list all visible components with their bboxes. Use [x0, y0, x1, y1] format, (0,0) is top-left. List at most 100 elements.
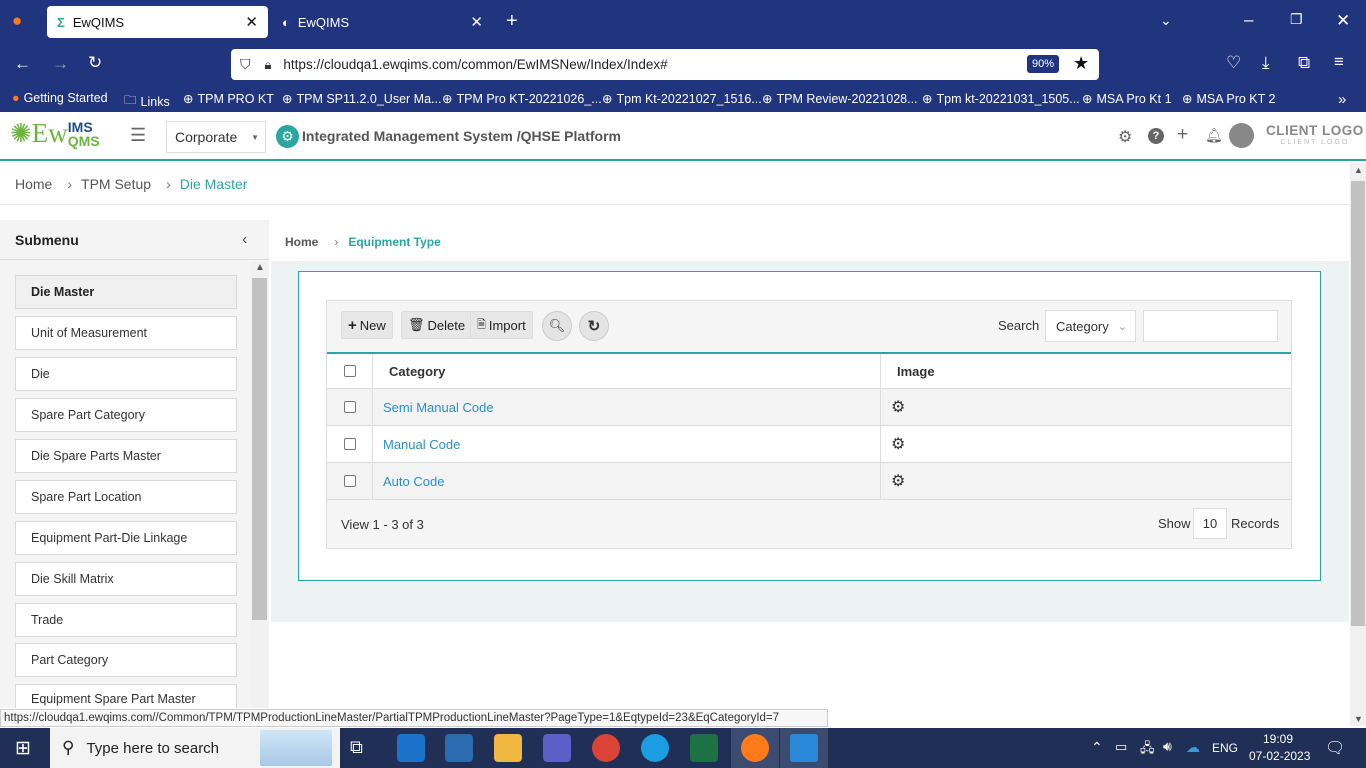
- sidebar-item-die[interactable]: Die: [15, 357, 237, 391]
- bell-icon[interactable]: 🔔︎: [1205, 127, 1223, 144]
- sidebar-item-equipment-part-die-linkage[interactable]: Equipment Part-Die Linkage: [15, 521, 237, 555]
- browser-tab-active[interactable]: Σ EwQIMS ✕: [47, 6, 268, 38]
- app-logo[interactable]: ✺ Ew IMS QMS: [10, 118, 100, 149]
- minimize-icon[interactable]: –: [1244, 10, 1253, 30]
- forward-icon[interactable]: →: [52, 54, 69, 74]
- photos-taskbar-active[interactable]: [780, 728, 828, 768]
- row-checkbox[interactable]: [343, 475, 356, 487]
- image-settings-icon[interactable]: ⚙: [891, 471, 905, 491]
- collapse-chevron-icon[interactable]: ‹: [242, 231, 247, 249]
- help-icon[interactable]: ?: [1148, 128, 1164, 144]
- table-row[interactable]: Auto Code ⚙: [327, 463, 1291, 500]
- url-bar[interactable]: ⛉ 🔒︎ https://cloudqa1.ewqims.com/common/…: [231, 49, 1099, 80]
- import-button[interactable]: 🗎 Import: [470, 311, 533, 339]
- scroll-thumb[interactable]: [252, 278, 267, 620]
- breadcrumb-tpm-setup[interactable]: TPM Setup: [81, 176, 151, 192]
- notifications-icon[interactable]: 🗨︎: [1325, 738, 1345, 758]
- pocket-icon[interactable]: ♡: [1226, 53, 1241, 73]
- scroll-up-icon[interactable]: ▲: [1354, 165, 1363, 175]
- avatar[interactable]: [1229, 123, 1254, 148]
- bookmark-item[interactable]: ⊕ TPM Review-20221028...: [762, 91, 918, 107]
- image-settings-icon[interactable]: ⚙: [891, 397, 905, 417]
- network-icon[interactable]: 🖧︎: [1140, 739, 1155, 761]
- add-icon[interactable]: +: [1177, 124, 1188, 146]
- sidebar-item-trade[interactable]: Trade: [15, 603, 237, 637]
- bookmark-item[interactable]: ⊕ Tpm Kt-20221027_1516...: [602, 91, 762, 107]
- meet-icon[interactable]: ▭: [1115, 739, 1127, 755]
- refresh-button[interactable]: ↻: [579, 311, 609, 341]
- table-row[interactable]: Semi Manual Code ⚙: [327, 389, 1291, 426]
- scroll-up-icon[interactable]: ▲: [255, 262, 265, 273]
- search-button[interactable]: 🔍︎: [542, 311, 572, 341]
- column-header-category[interactable]: Category: [373, 354, 881, 388]
- new-button[interactable]: + New: [341, 311, 393, 339]
- zoom-badge[interactable]: 90%: [1027, 55, 1060, 73]
- sidebar-item-die-skill-matrix[interactable]: Die Skill Matrix: [15, 562, 237, 596]
- onedrive-icon[interactable]: ☁: [1186, 739, 1200, 756]
- task-view-icon[interactable]: ⧉: [350, 737, 363, 758]
- sidebar-item-unit-of-measurement[interactable]: Unit of Measurement: [15, 316, 237, 350]
- new-tab-icon[interactable]: +: [506, 10, 518, 33]
- table-row[interactable]: Manual Code ⚙: [327, 426, 1291, 463]
- back-icon[interactable]: ←: [14, 54, 31, 74]
- inner-breadcrumb-home[interactable]: Home: [285, 235, 318, 249]
- volume-icon[interactable]: 🔊︎: [1163, 738, 1172, 755]
- org-select[interactable]: Corporate ▼: [166, 121, 266, 153]
- bookmark-item[interactable]: ● Getting Started: [12, 91, 108, 105]
- download-icon[interactable]: ⤓: [1262, 53, 1270, 73]
- bookmark-item[interactable]: ⊕ MSA Pro Kt 1: [1082, 91, 1172, 107]
- language-indicator[interactable]: ENG: [1212, 741, 1238, 755]
- firefox-taskbar-active[interactable]: [731, 728, 779, 768]
- breadcrumb-home[interactable]: Home: [15, 176, 52, 192]
- delete-button[interactable]: 🗑︎ Delete: [401, 311, 473, 339]
- scroll-thumb[interactable]: [1351, 181, 1365, 626]
- sidebar-item-part-category[interactable]: Part Category: [15, 643, 237, 677]
- row-checkbox[interactable]: [343, 401, 356, 413]
- clock-date[interactable]: 07-02-2023: [1249, 749, 1310, 763]
- browser-tab[interactable]: ◐ EwQIMS ✕: [272, 6, 493, 38]
- close-tab-icon[interactable]: ✕: [245, 13, 258, 31]
- sidebar-scrollbar[interactable]: ▲: [251, 262, 268, 708]
- more-bookmarks-icon[interactable]: »: [1338, 91, 1346, 108]
- bookmark-item[interactable]: 🗀︎ Links: [124, 91, 170, 112]
- scroll-down-icon[interactable]: ▼: [1354, 714, 1363, 724]
- chrome-icon[interactable]: [592, 734, 620, 762]
- bookmark-item[interactable]: ⊕ TPM PRO KT: [183, 91, 274, 107]
- search-field-select[interactable]: Category ⌄: [1045, 310, 1136, 342]
- mail-icon[interactable]: [397, 734, 425, 762]
- close-tab-icon[interactable]: ✕: [470, 13, 483, 31]
- edge-icon[interactable]: [641, 734, 669, 762]
- sidebar-item-die-spare-parts-master[interactable]: Die Spare Parts Master: [15, 439, 237, 473]
- select-all-checkbox[interactable]: [343, 365, 356, 377]
- bookmark-star-icon[interactable]: ★: [1073, 53, 1089, 74]
- image-settings-icon[interactable]: ⚙: [891, 434, 905, 454]
- shield-icon[interactable]: ⛉: [240, 56, 251, 73]
- windows-start-icon[interactable]: ⊞: [15, 737, 31, 760]
- lock-icon[interactable]: 🔒︎: [265, 57, 272, 73]
- taskbar-search[interactable]: ⚲ Type here to search: [50, 728, 340, 768]
- bookmark-item[interactable]: ⊕ TPM SP11.2.0_User Ma...: [282, 91, 441, 107]
- tab-list-icon[interactable]: ⌄: [1160, 12, 1172, 29]
- settings-icon[interactable]: ⚙: [1118, 127, 1132, 147]
- bookmark-item[interactable]: ⊕ Tpm kt-20221031_1505...: [922, 91, 1080, 107]
- firefox-menu-icon[interactable]: ●: [12, 11, 22, 31]
- bookmark-item[interactable]: ⊕ MSA Pro KT 2: [1182, 91, 1275, 107]
- teams-icon[interactable]: [543, 734, 571, 762]
- close-window-icon[interactable]: ✕: [1336, 11, 1350, 31]
- sidebar-item-spare-part-category[interactable]: Spare Part Category: [15, 398, 237, 432]
- sidebar-item-spare-part-location[interactable]: Spare Part Location: [15, 480, 237, 514]
- category-link[interactable]: Auto Code: [383, 474, 444, 489]
- restore-icon[interactable]: ❐: [1290, 11, 1303, 28]
- page-size-select[interactable]: 10: [1193, 508, 1227, 539]
- extensions-icon[interactable]: ⧉: [1298, 53, 1310, 73]
- row-checkbox[interactable]: [343, 438, 356, 450]
- search-input[interactable]: [1143, 310, 1278, 342]
- reload-icon[interactable]: ↻: [88, 53, 102, 73]
- sidebar-item-equipment-spare-part-master[interactable]: Equipment Spare Part Master: [15, 684, 237, 708]
- clock-time[interactable]: 19:09: [1263, 732, 1293, 746]
- file-explorer-icon[interactable]: [494, 734, 522, 762]
- bookmark-item[interactable]: ⊕ TPM Pro KT-20221026_...: [442, 91, 602, 107]
- excel-icon[interactable]: [690, 734, 718, 762]
- sidebar-item-die-master[interactable]: Die Master: [15, 275, 237, 309]
- store-icon[interactable]: [445, 734, 473, 762]
